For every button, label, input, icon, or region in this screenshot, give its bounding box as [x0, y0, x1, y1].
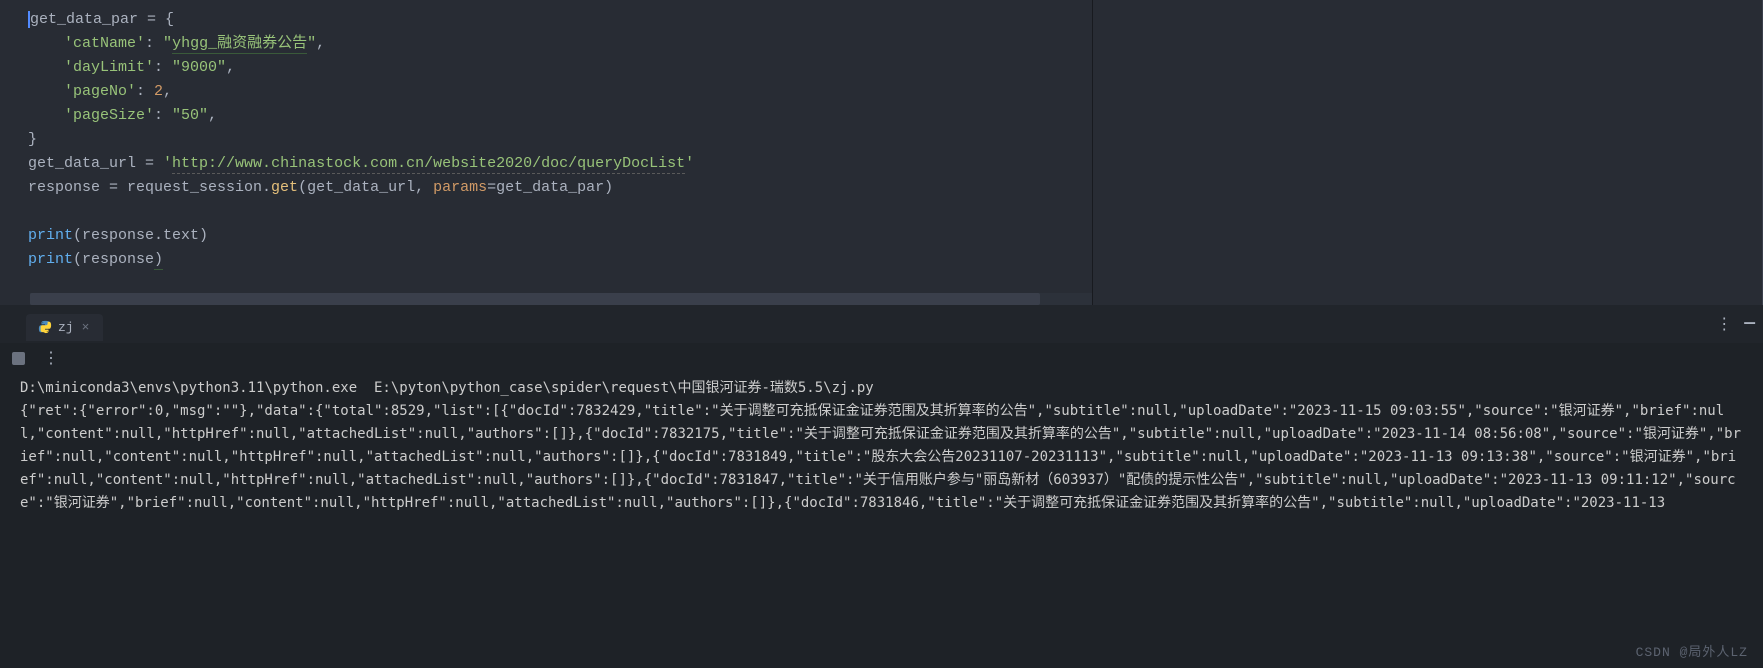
console-toolbar: ⋮ [0, 343, 1763, 373]
console-output[interactable]: D:\miniconda3\envs\python3.11\python.exe… [0, 373, 1763, 519]
editor-right-pane [1092, 0, 1762, 305]
console-tab-bar: zj × ⋮ — [0, 305, 1763, 343]
output-command: D:\miniconda3\envs\python3.11\python.exe… [20, 377, 1743, 400]
output-response: {"ret":{"error":0,"msg":""},"data":{"tot… [20, 400, 1743, 515]
close-icon[interactable]: × [80, 320, 92, 335]
python-icon [38, 320, 52, 334]
console-panel: zj × ⋮ — ⋮ D:\miniconda3\envs\python3.11… [0, 305, 1763, 668]
editor-panel: get_data_par = { 'catName': "yhgg_融资融券公告… [0, 0, 1763, 305]
menu-icon[interactable]: ⋮ [43, 348, 59, 368]
minimize-icon[interactable]: — [1744, 314, 1755, 334]
tab-label: zj [58, 320, 74, 335]
watermark: CSDN @局外人LZ [1636, 641, 1748, 660]
stop-icon[interactable] [12, 352, 25, 365]
run-tab-zj[interactable]: zj × [26, 314, 103, 341]
scrollbar-thumb[interactable] [30, 293, 1040, 305]
more-icon[interactable]: ⋮ [1716, 314, 1732, 334]
